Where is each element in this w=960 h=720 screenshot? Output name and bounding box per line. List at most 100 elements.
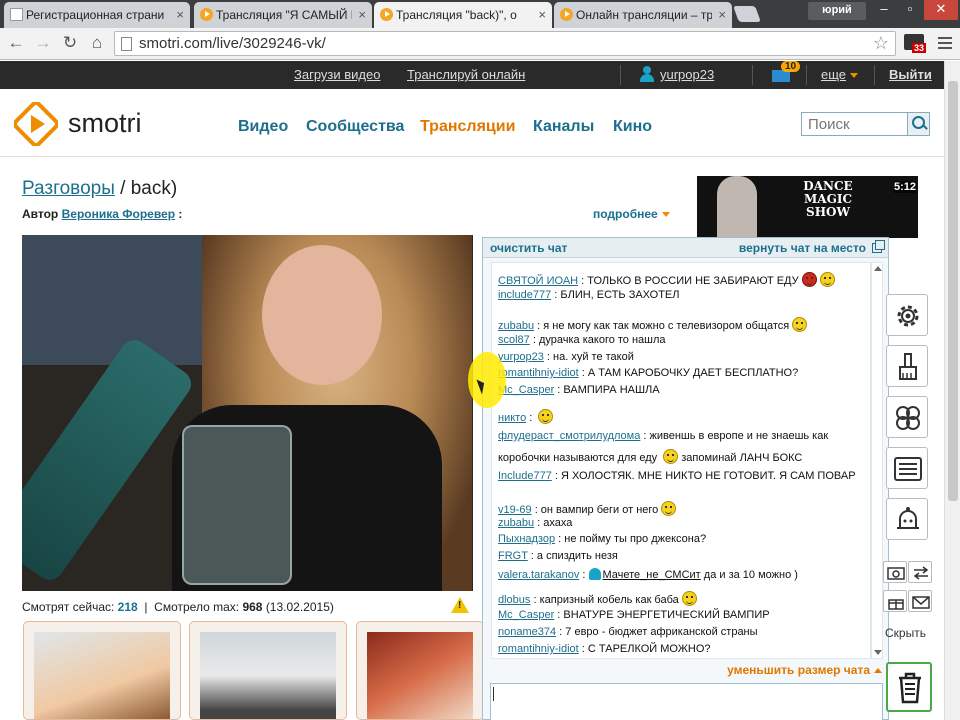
new-tab-button[interactable] [733,6,761,22]
bell-button[interactable] [886,498,928,540]
nav-cinema[interactable]: Кино [613,118,652,136]
maximize-icon[interactable]: ▫ [898,0,922,20]
related-stream-card[interactable] [189,621,347,720]
category-link[interactable]: Разговоры [22,178,115,199]
extension-icon[interactable]: 33 [904,34,927,53]
upload-video-link[interactable]: Загрузи видео [294,67,380,82]
chat-nick-link[interactable]: v19-69 [498,504,532,516]
close-icon[interactable]: × [176,7,184,22]
chat-nick-link[interactable]: Include777 [498,470,552,482]
nav-broadcasts[interactable]: Трансляции [420,118,515,136]
details-link[interactable]: подробнее [593,207,670,221]
close-icon[interactable]: × [718,7,726,22]
browser-tab-bar: Регистрационная страни × Трансляция "Я С… [0,0,960,28]
smiley-icon [538,409,554,424]
chat-nick-link[interactable]: никто [498,412,526,424]
logo-text[interactable]: smotri [68,108,142,139]
chat-nick-link[interactable]: СВЯТОЙ ИОАН [498,275,578,287]
report-warning-icon[interactable] [451,597,469,613]
live-video-player[interactable] [22,235,473,591]
reload-icon[interactable]: ↻ [60,33,80,53]
site-top-bar: Загрузи видео Транслируй онлайн yurpop23… [0,61,944,89]
related-stream-card[interactable] [356,621,484,720]
restore-window-icon[interactable] [872,240,885,253]
author-link[interactable]: Вероника Форевер [62,207,175,221]
promo-thumbnail[interactable]: DANCE MAGIC SHOW 5:12 [697,176,918,238]
profile-button[interactable]: юрий [808,2,866,20]
style-button[interactable] [886,345,928,387]
bookmark-star-icon[interactable]: ☆ [873,33,889,54]
chat-message: romantihniy-idiot : А ТАМ КАРОБОЧКУ ДАЕТ… [498,367,798,380]
smiles-button[interactable] [886,396,928,438]
scrollbar-thumb[interactable] [948,81,958,501]
chat-nick-link[interactable]: Пыхнадзор [498,533,555,545]
close-icon[interactable]: × [358,7,366,22]
close-icon[interactable]: × [538,7,546,22]
browser-tab[interactable]: Трансляция "Я САМЫЙ Г × [194,2,372,28]
chevron-up-icon [874,668,882,673]
scroll-up-icon[interactable] [874,266,882,271]
swap-button[interactable] [908,561,932,583]
chat-nick-link[interactable]: zubabu [498,517,534,529]
hide-toolbar-link[interactable]: Скрыть [885,626,926,640]
chat-nick-link[interactable]: scol87 [498,334,530,346]
browser-tab[interactable]: Регистрационная страни × [4,2,190,28]
photo-button[interactable] [883,561,907,583]
shrink-chat-link[interactable]: уменьшить размер чата [727,663,882,677]
user-list-button[interactable] [886,447,928,489]
page-scrollbar[interactable] [944,61,960,720]
minimize-icon[interactable]: – [872,0,896,20]
browser-tab-active[interactable]: Трансляция "back)", о × [374,2,552,28]
chat-nick-link[interactable]: yurpop23 [498,351,544,363]
nav-communities[interactable]: Сообщества [306,118,404,136]
chat-nick-link[interactable]: dlobus [498,594,530,606]
chat-nick-link[interactable]: romantihniy-idiot [498,367,579,379]
chat-message-text: : 7 евро - бюджет африканской страны [556,626,758,638]
browser-menu-icon[interactable] [938,37,952,52]
message-button[interactable] [908,590,932,612]
chat-nick-link[interactable]: Mc_Casper [498,609,554,621]
chat-nick-link[interactable]: флудераст_смотрилудлома [498,430,640,442]
chat-nick-link[interactable]: FRGT [498,550,528,562]
related-stream-card[interactable] [23,621,181,720]
home-icon[interactable]: ⌂ [87,33,107,53]
url-field[interactable]: smotri.com/live/3029246-vk/ ☆ [114,31,896,56]
search-input[interactable] [802,113,906,135]
broadcast-online-link[interactable]: Транслируй онлайн [407,67,525,82]
chat-message-text: : он вампир беги от него [531,504,659,516]
envelope-icon [912,596,930,609]
chat-nick-link[interactable]: romantihniy-idiot [498,643,579,655]
gift-button[interactable] [883,590,907,612]
delete-button[interactable] [886,662,932,712]
search-icon[interactable] [907,113,929,135]
chat-scrollbar[interactable] [871,262,883,659]
clear-chat-link[interactable]: очистить чат [490,241,567,255]
chat-message: v19-69 : он вампир беги от него [498,501,677,517]
browser-tab[interactable]: Онлайн трансляции – тр × [554,2,732,28]
chat-nick-link[interactable]: valera.tarakanov [498,569,579,581]
chat-message-input[interactable] [490,683,883,720]
smotri-logo-icon[interactable] [14,102,58,146]
chat-message: СВЯТОЙ ИОАН : ТОЛЬКО В РОССИИ НЕ ЗАБИРАЮ… [498,272,835,288]
username-link[interactable]: yurpop23 [660,67,714,82]
chat-nick-link[interactable]: zubabu [498,320,534,332]
logout-link[interactable]: Выйти [889,67,932,82]
back-icon[interactable]: ← [6,33,26,53]
chat-nick-link[interactable]: include777 [498,289,551,301]
nav-video[interactable]: Видео [238,118,288,136]
page-icon [121,37,132,51]
chat-nick-link[interactable]: Mc_Casper [498,384,554,396]
scroll-down-icon[interactable] [874,650,882,655]
chat-nick-link[interactable]: noname374 [498,626,556,638]
settings-button[interactable] [886,294,928,336]
chat-mention[interactable]: Мачете_не_СМСит [603,569,701,581]
nav-channels[interactable]: Каналы [533,118,594,136]
chat-message-text: : ТОЛЬКО В РОССИИ НЕ ЗАБИРАЮТ ЕДУ [578,275,799,287]
more-menu[interactable]: еще [821,67,859,82]
search-box [801,112,930,136]
more-label: еще [821,67,847,82]
chat-messages[interactable]: СВЯТОЙ ИОАН : ТОЛЬКО В РОССИИ НЕ ЗАБИРАЮ… [491,262,871,659]
window-close-icon[interactable]: ✕ [924,0,958,20]
forward-icon[interactable]: → [33,33,53,53]
restore-chat-link[interactable]: вернуть чат на место [739,241,866,255]
